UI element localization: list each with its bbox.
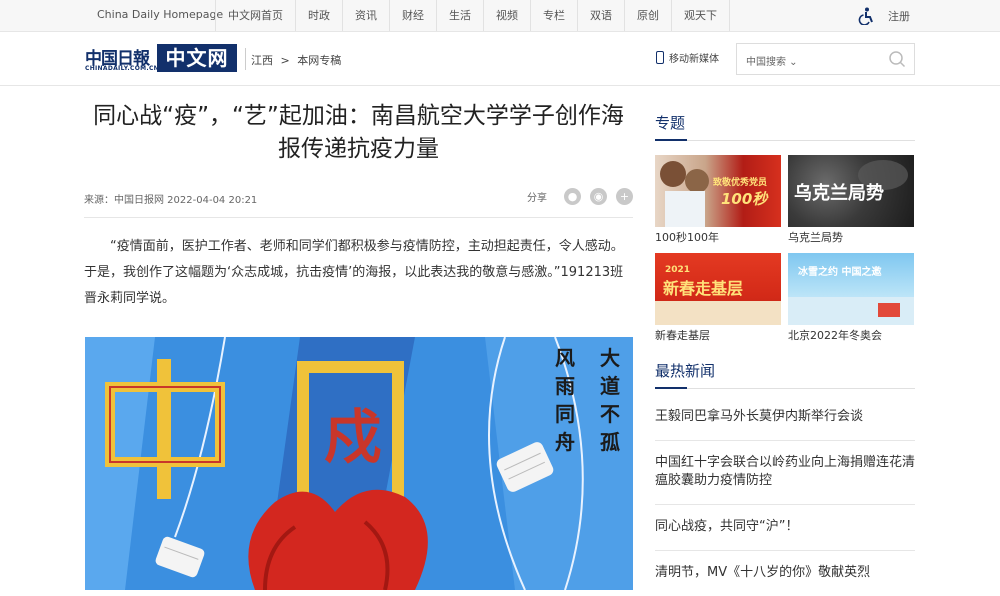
mobile-media-label: 移动新媒体 xyxy=(669,54,719,65)
register-link[interactable]: 注册 xyxy=(888,8,910,24)
topic-overlay-100s-sub: 100秒 xyxy=(721,190,768,208)
poster-col2-char2: 道 xyxy=(600,374,620,398)
hot-news-section-title: 最热新闻 xyxy=(655,360,915,389)
meta-divider xyxy=(84,217,633,218)
hot-news-list: 王毅同巴拿马外长莫伊内斯举行会谈 中国红十字会联合以岭药业向上海捐赠连花清瘟胶囊… xyxy=(655,395,915,596)
mobile-media-link[interactable]: 移动新媒体 xyxy=(656,50,719,65)
topics-grid: 致敬优秀党员 100秒 100秒100年 乌克兰局势 乌克兰局势 2021 新春… xyxy=(655,155,915,343)
hot-news-item[interactable]: 清明节，MV《十八岁的你》敬献英烈 xyxy=(655,551,915,596)
accessibility-icon[interactable] xyxy=(858,7,876,25)
topic-thumb-ukraine[interactable]: 乌克兰局势 xyxy=(788,155,914,227)
search-icon[interactable] xyxy=(888,50,906,68)
poster-col1-char4: 舟 xyxy=(555,430,575,454)
nav-item-bilingual[interactable]: 双语 xyxy=(577,0,624,31)
top-nav: 中文网首页 时政 资讯 财经 生活 视频 专栏 双语 原创 观天下 xyxy=(215,0,730,31)
nav-item-original[interactable]: 原创 xyxy=(624,0,671,31)
header-divider xyxy=(245,48,246,70)
poster-col2-char4: 孤 xyxy=(600,430,620,454)
topic-card-winter-olympics[interactable]: 冰雪之约 中国之邀 北京2022年冬奥会 xyxy=(788,253,914,343)
nav-item-life[interactable]: 生活 xyxy=(436,0,483,31)
china-daily-homepage-link[interactable]: China Daily Homepage xyxy=(97,8,223,21)
poster-col1-char1: 风 xyxy=(555,346,575,370)
logo-chinese-site-text: 中文网 xyxy=(157,44,237,72)
nav-item-news[interactable]: 资讯 xyxy=(342,0,389,31)
topic-overlay-olympics: 冰雪之约 中国之邀 xyxy=(798,267,882,278)
logo-subtext: CHINADAILY.COM.CN xyxy=(85,65,159,72)
topic-caption-100s[interactable]: 100秒100年 xyxy=(655,231,781,245)
poster-col2-char1: 大 xyxy=(600,346,620,370)
topics-section-title: 专题 xyxy=(655,112,915,141)
nav-item-home[interactable]: 中文网首页 xyxy=(215,0,295,31)
nav-item-world[interactable]: 观天下 xyxy=(671,0,730,31)
topic-caption-spring-festival[interactable]: 新春走基层 xyxy=(655,329,781,343)
topic-overlay-spring-year: 2021 xyxy=(665,265,691,275)
nav-item-finance[interactable]: 财经 xyxy=(389,0,436,31)
hot-news-item[interactable]: 王毅同巴拿马外长莫伊内斯举行会谈 xyxy=(655,395,915,441)
breadcrumb-exclusive[interactable]: 本网专稿 xyxy=(297,54,341,67)
top-nav-bar: China Daily Homepage 中文网首页 时政 资讯 财经 生活 视… xyxy=(0,0,1000,32)
site-header: 中国日報 CHINADAILY.COM.CN 中文网 江西 > 本网专稿 移动新… xyxy=(0,32,1000,86)
topic-overlay-ukraine: 乌克兰局势 xyxy=(794,183,884,204)
poster-inner-char: 戍 xyxy=(324,403,382,471)
topic-overlay-100s: 致敬优秀党员 xyxy=(713,178,768,188)
topic-caption-ukraine[interactable]: 乌克兰局势 xyxy=(788,231,914,245)
search-box[interactable]: 中国搜索 ⌄ xyxy=(736,43,915,75)
search-engine-label: 中国搜索 xyxy=(746,57,786,68)
more-share-icon[interactable]: + xyxy=(616,188,633,205)
topic-card-spring-festival[interactable]: 2021 新春走基层 新春走基层 xyxy=(655,253,781,343)
article-paragraph: “疫情面前，医护工作者、老师和同学们都积极参与疫情防控，主动担起责任，令人感动。… xyxy=(84,239,624,306)
poster-col1-char2: 雨 xyxy=(555,374,575,398)
mobile-phone-icon xyxy=(656,51,664,64)
sidebar: 专题 致敬优秀党员 100秒 100秒100年 乌克兰局势 乌克兰局势 2021 xyxy=(655,112,915,596)
nav-item-column[interactable]: 专栏 xyxy=(530,0,577,31)
article-title: 同心战“疫”，“艺”起加油：南昌航空大学学子创作海报传递抗疫力量 xyxy=(93,103,624,162)
share-label: 分享 xyxy=(527,193,547,204)
china-daily-logo[interactable]: 中国日報 CHINADAILY.COM.CN 中文网 xyxy=(85,42,237,76)
nav-item-politics[interactable]: 时政 xyxy=(295,0,342,31)
article-meta: 来源：中国日报网 2022-04-04 20:21 分享 ● ◉ + xyxy=(84,188,633,210)
hot-news-item[interactable]: 中国红十字会联合以岭药业向上海捐赠连花清瘟胶囊助力疫情防控 xyxy=(655,441,915,505)
nav-item-video[interactable]: 视频 xyxy=(483,0,530,31)
wechat-share-icon[interactable]: ● xyxy=(564,188,581,205)
topic-overlay-spring-title: 新春走基层 xyxy=(663,279,744,298)
hot-news-item[interactable]: 同心战疫，共同守“沪”！ xyxy=(655,505,915,551)
article: 同心战“疫”，“艺”起加油：南昌航空大学学子创作海报传递抗疫力量 来源：中国日报… xyxy=(84,100,633,590)
article-poster-image: 戍 风 雨 同 舟 大 道 不 孤 xyxy=(85,337,633,590)
share-bar: 分享 ● ◉ + xyxy=(527,188,633,205)
topic-card-ukraine[interactable]: 乌克兰局势 乌克兰局势 xyxy=(788,155,914,245)
topic-caption-winter-olympics[interactable]: 北京2022年冬奥会 xyxy=(788,329,914,343)
poster-illustration: 戍 风 雨 同 舟 大 道 不 孤 xyxy=(85,337,633,590)
weibo-share-icon[interactable]: ◉ xyxy=(590,188,607,205)
search-engine-select[interactable]: 中国搜索 ⌄ xyxy=(746,53,798,68)
breadcrumb: 江西 > 本网专稿 xyxy=(251,52,345,68)
topic-thumb-winter-olympics[interactable]: 冰雪之约 中国之邀 xyxy=(788,253,914,325)
topic-thumb-spring-festival[interactable]: 2021 新春走基层 xyxy=(655,253,781,325)
breadcrumb-separator: > xyxy=(280,54,290,67)
article-source: 来源：中国日报网 2022-04-04 20:21 xyxy=(84,195,258,206)
breadcrumb-jiangxi[interactable]: 江西 xyxy=(251,54,273,67)
topic-thumb-100s[interactable]: 致敬优秀党员 100秒 xyxy=(655,155,781,227)
poster-col1-char3: 同 xyxy=(555,402,575,426)
poster-col2-char3: 不 xyxy=(600,402,620,426)
topic-card-100s[interactable]: 致敬优秀党员 100秒 100秒100年 xyxy=(655,155,781,245)
